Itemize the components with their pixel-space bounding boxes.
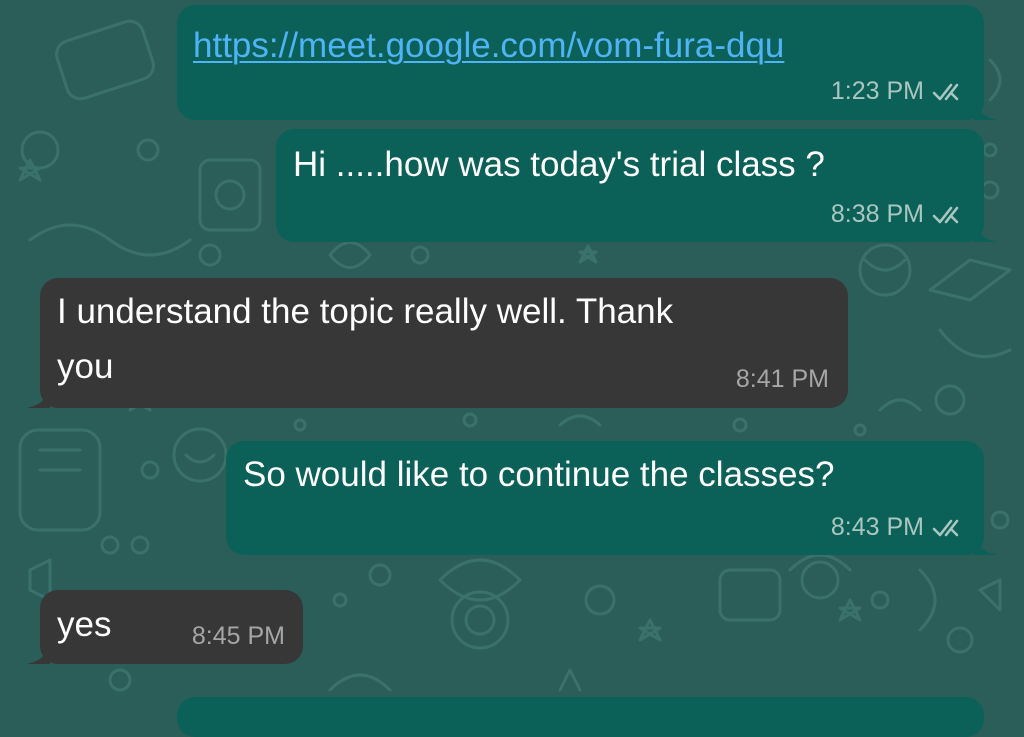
double-check-icon [932, 206, 959, 223]
message-meta: 8:38 PM [831, 200, 968, 229]
message-meta: 1:23 PM [831, 77, 968, 106]
message-bubble-incoming[interactable]: yes 8:45 PM [26, 590, 303, 664]
message-meta: 8:43 PM [831, 513, 968, 542]
chat-conversation: https://meet.google.com/vom-fura-dqu 1:2… [0, 0, 1024, 737]
message-text-line-2: you [57, 347, 114, 386]
bubble-tail [26, 642, 50, 664]
message-meta: 8:45 PM [192, 622, 285, 651]
bubble-tail [974, 533, 998, 555]
message-text: Hi .....how was today's trial class ? [293, 145, 825, 184]
message-meta: 8:41 PM [736, 365, 829, 394]
message-text: So would like to continue the classes? [243, 455, 835, 494]
message-bubble-outgoing[interactable]: https://meet.google.com/vom-fura-dqu 1:2… [177, 5, 998, 120]
message-text-line-1: I understand the topic really well. Than… [57, 292, 674, 331]
message-bubble-outgoing[interactable]: Hi .....how was today's trial class ? 8:… [276, 129, 998, 242]
message-bubble-outgoing-partial[interactable] [177, 697, 984, 737]
message-time: 8:38 PM [830, 200, 924, 228]
message-time: 1:23 PM [830, 77, 924, 105]
message-bubble-outgoing[interactable]: So would like to continue the classes? 8… [226, 441, 998, 555]
double-check-icon [932, 519, 959, 536]
meet-link[interactable]: https://meet.google.com/vom-fura-dqu [193, 18, 784, 73]
double-check-icon [932, 83, 959, 100]
bubble-tail [974, 220, 998, 242]
message-time: 8:45 PM [191, 622, 285, 650]
bubble-tail [26, 386, 50, 408]
message-text: yes [57, 605, 112, 644]
message-bubble-incoming[interactable]: I understand the topic really well. Than… [26, 278, 848, 408]
message-time: 8:41 PM [735, 365, 829, 393]
message-time: 8:43 PM [830, 513, 924, 541]
bubble-tail [974, 98, 998, 120]
